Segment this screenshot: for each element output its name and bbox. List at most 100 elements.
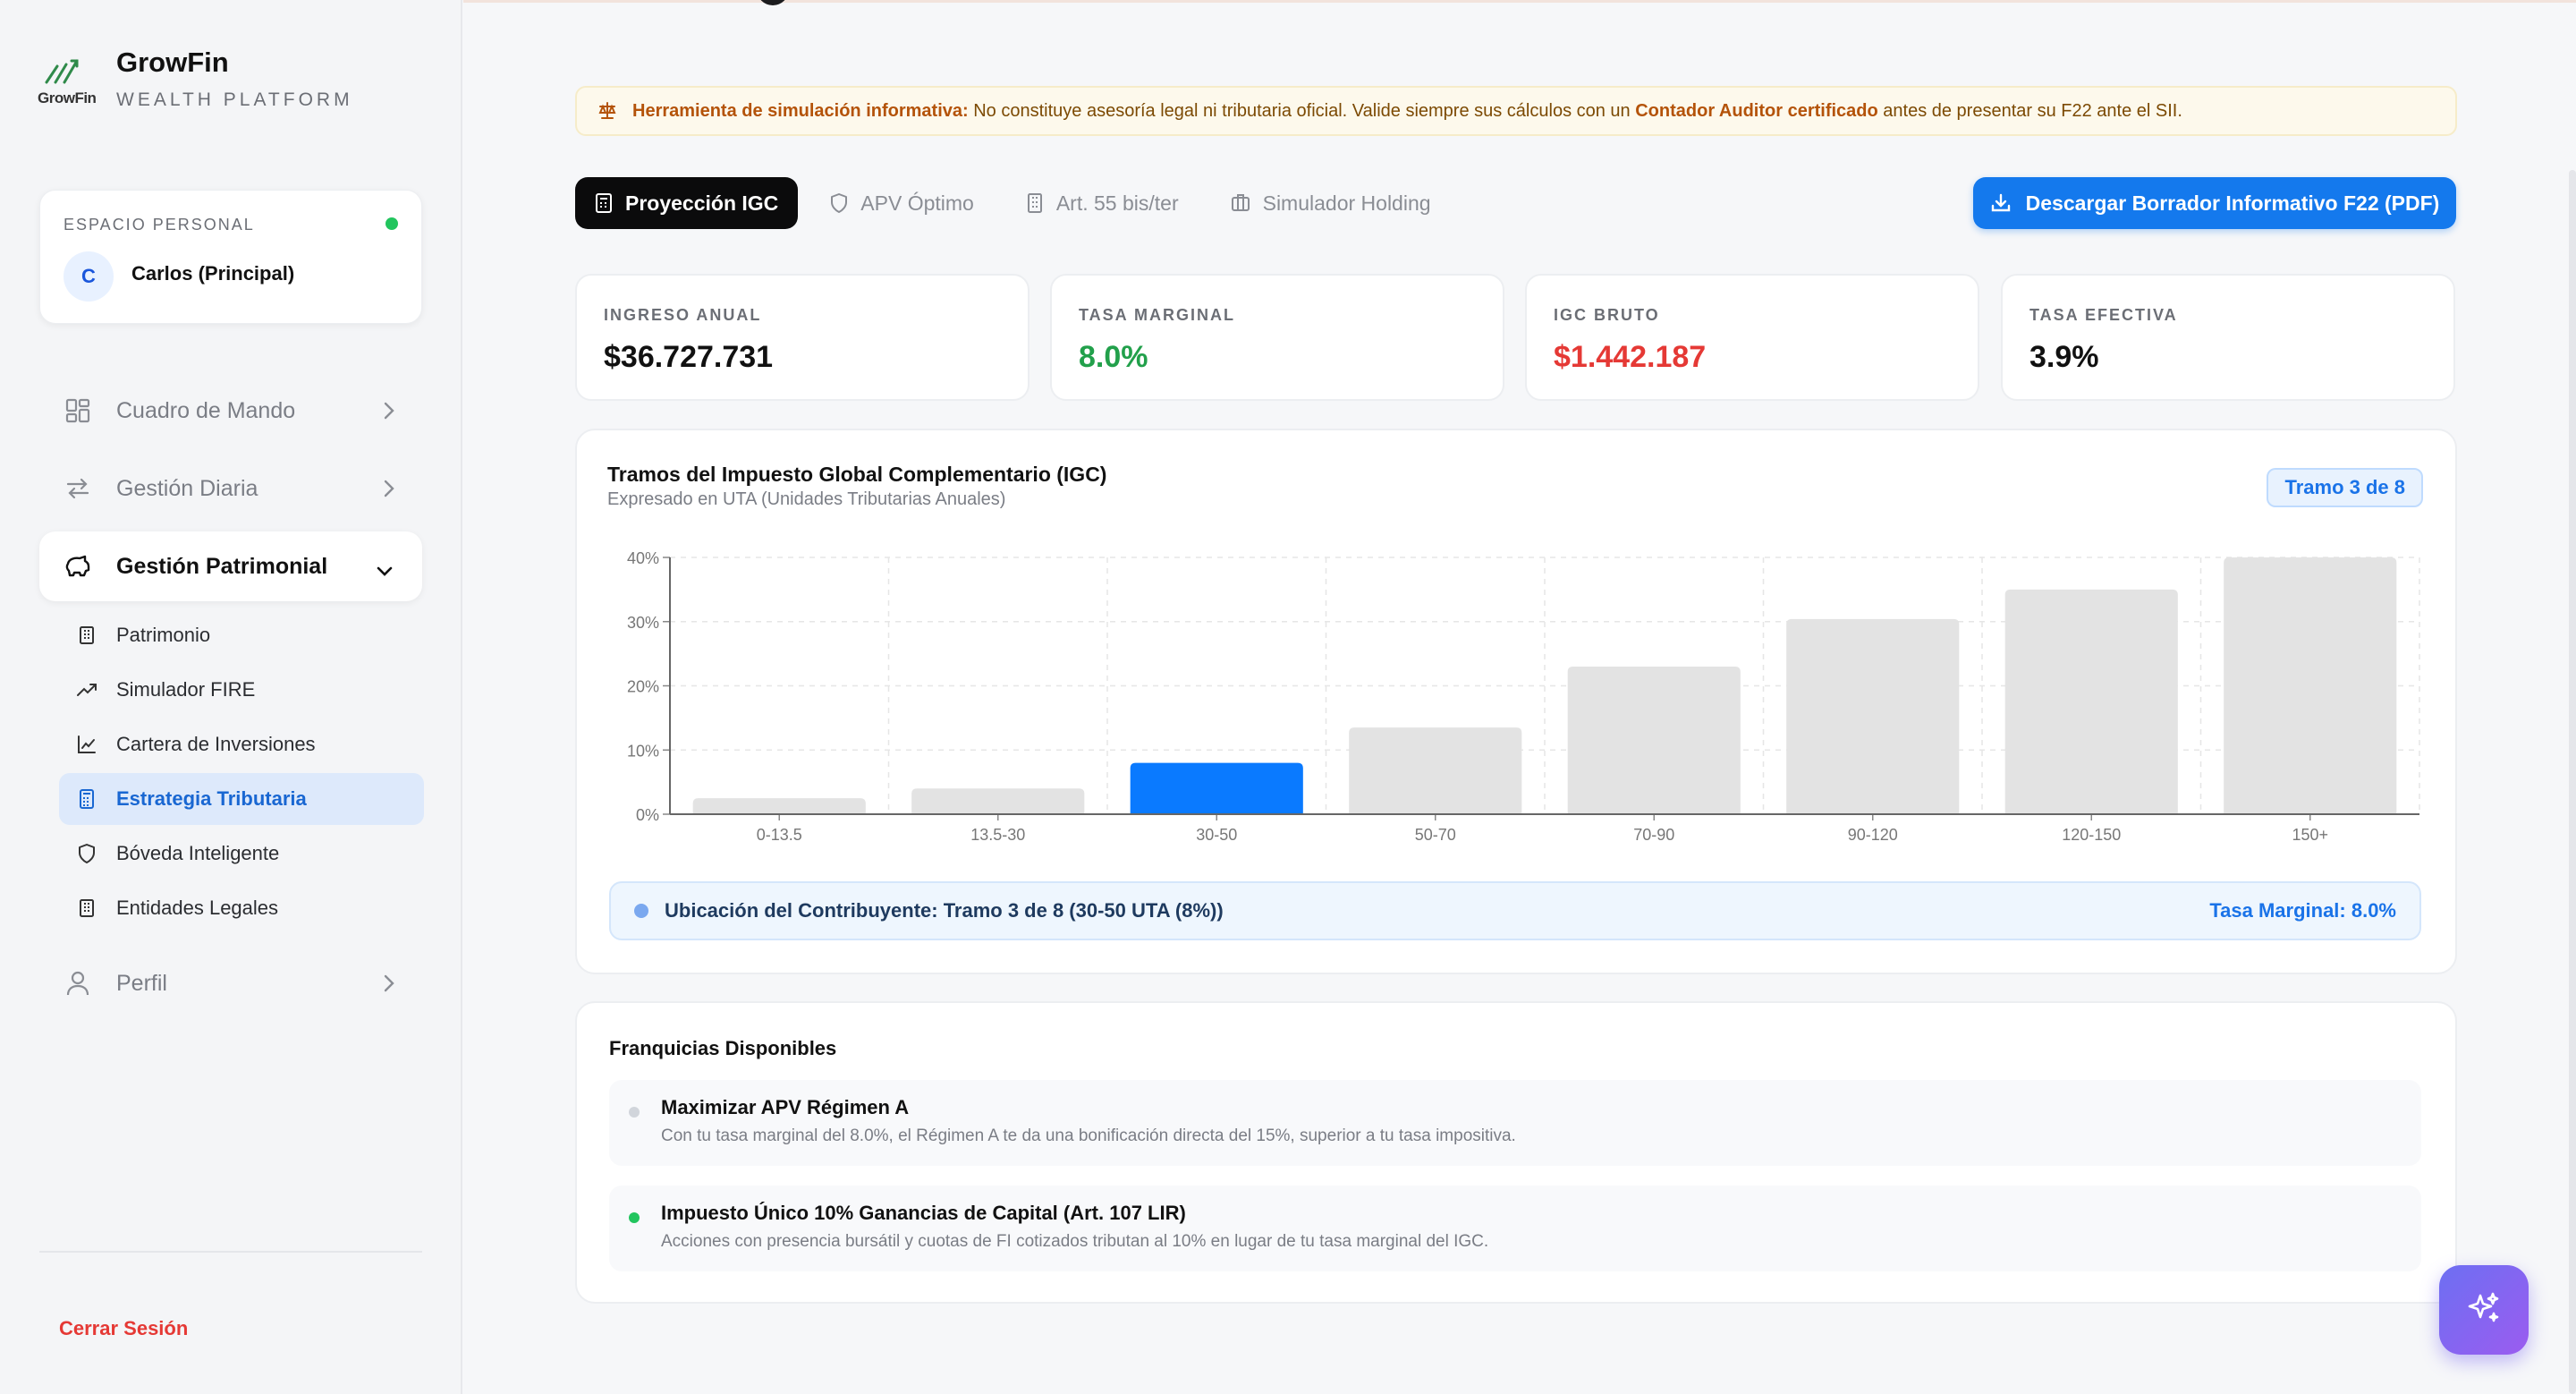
user-icon (63, 968, 93, 999)
franquicia-name: Maximizar APV Régimen A (661, 1096, 910, 1118)
nav-item-perfil[interactable]: Perfil (39, 948, 422, 1018)
x-tick-label: 13.5-30 (970, 826, 1025, 844)
kpi-label: INGRESO ANUAL (604, 306, 762, 324)
franquicia-desc: Con tu tasa marginal del 8.0%, el Régime… (661, 1126, 1516, 1145)
x-tick-label: 120-150 (2062, 826, 2121, 844)
briefcase-icon (1231, 193, 1250, 213)
workspace-card[interactable]: ESPACIO PERSONAL C Carlos (Principal) (39, 190, 422, 324)
scale-icon (597, 100, 618, 122)
status-dot (629, 1212, 640, 1223)
igc-chart-card: Tramos del Impuesto Global Complementari… (575, 429, 2457, 974)
list-item: Impuesto Único 10% Ganancias de Capital … (609, 1186, 2421, 1271)
marginal-rate-text: Tasa Marginal: 8.0% (2209, 899, 2396, 922)
growfin-logo: GrowFin (38, 43, 97, 107)
sidebar-item-simulador-fire[interactable]: Simulador FIRE (59, 664, 424, 716)
ai-assistant-button[interactable] (2439, 1265, 2529, 1355)
chart-bar (692, 798, 866, 814)
calculator-icon (75, 787, 98, 811)
nav-item-cuadro-de-mando[interactable]: Cuadro de Mando (39, 376, 422, 446)
kpi-tasa-marginal: TASA MARGINAL 8.0% (1050, 274, 1504, 401)
chart-bar (2004, 589, 2178, 814)
chart-bar (1567, 666, 1741, 814)
y-tick-label: 0% (636, 806, 659, 824)
tab-label: Simulador Holding (1262, 191, 1431, 215)
sidebar-divider (39, 1251, 422, 1253)
kpi-value: $36.727.731 (604, 340, 774, 374)
line-chart-icon (75, 733, 98, 756)
logout-link[interactable]: Cerrar Sesión (59, 1317, 188, 1340)
nav-item-gestion-diaria[interactable]: Gestión Diaria (39, 454, 422, 523)
kpi-tasa-efectiva: TASA EFECTIVA 3.9% (2001, 274, 2455, 401)
x-tick-label: 30-50 (1196, 826, 1237, 844)
arrows-swap-icon (63, 473, 93, 504)
sidebar-item-cartera[interactable]: Cartera de Inversiones (59, 718, 424, 770)
location-dot (634, 904, 648, 918)
franquicias-card: Franquicias Disponibles Maximizar APV Ré… (575, 1001, 2457, 1304)
sidebar-item-entidades[interactable]: Entidades Legales (59, 882, 424, 934)
igc-bar-chart: 0% 10% 20% 30% 40% 0-13.5 13.5-30 30-50 50-70 70-… (627, 549, 2420, 844)
kpi-ingreso-anual: INGRESO ANUAL $36.727.731 (575, 274, 1030, 401)
shield-icon (830, 193, 848, 213)
chevron-down-icon (376, 558, 394, 584)
nav-label: Cuadro de Mando (116, 397, 296, 423)
x-tick-label: 50-70 (1415, 826, 1456, 844)
brand-name: GrowFin (116, 47, 229, 78)
sidebar-item-label: Simulador FIRE (116, 678, 256, 701)
tab-proyeccion-igc[interactable]: Proyección IGC (575, 177, 799, 229)
x-tick-label: 150+ (2292, 826, 2328, 844)
sidebar-item-label: Patrimonio (116, 624, 211, 646)
tab-apv-optimo[interactable]: APV Óptimo (810, 177, 994, 229)
franquicia-name: Impuesto Único 10% Ganancias de Capital … (661, 1202, 1186, 1224)
sidebar-item-label: Bóveda Inteligente (116, 842, 280, 864)
kpi-label: TASA MARGINAL (1079, 306, 1235, 324)
download-f22-button[interactable]: Descargar Borrador Informativo F22 (PDF) (1973, 177, 2456, 229)
nav-label: Perfil (116, 970, 167, 996)
download-label: Descargar Borrador Informativo F22 (PDF) (2025, 191, 2440, 215)
nav-label: Gestión Patrimonial (116, 553, 328, 579)
tab-label: Proyección IGC (625, 191, 779, 215)
download-icon (1990, 192, 2012, 214)
location-text: Ubicación del Contribuyente: Tramo 3 de … (665, 899, 1224, 922)
logo-wordmark: GrowFin (38, 89, 97, 106)
sparkles-icon (2464, 1288, 2504, 1332)
chevron-right-icon (383, 479, 395, 505)
chevron-right-icon (383, 973, 395, 999)
kpi-value: 3.9% (2029, 340, 2099, 374)
franquicias-title: Franquicias Disponibles (609, 1037, 837, 1059)
chart-bar (911, 788, 1085, 814)
page-scrollbar[interactable] (2569, 170, 2576, 1394)
nav-label: Gestión Diaria (116, 475, 258, 501)
sidebar-item-boveda[interactable]: Bóveda Inteligente (59, 828, 424, 880)
x-tick-label: 90-120 (1848, 826, 1898, 844)
y-tick-label: 10% (627, 742, 659, 760)
nav-item-gestion-patrimonial[interactable]: Gestión Patrimonial (39, 531, 422, 601)
avatar: C (64, 251, 114, 302)
disclaimer-text: Herramienta de simulación informativa: N… (632, 100, 2182, 121)
sidebar-item-label: Entidades Legales (116, 897, 279, 919)
y-tick-label: 20% (627, 678, 659, 696)
building-icon (75, 897, 98, 920)
kpi-label: TASA EFECTIVA (2029, 306, 2178, 324)
status-dot (629, 1107, 640, 1118)
tab-art-55[interactable]: Art. 55 bis/ter (1006, 177, 1199, 229)
brand-subtitle: WEALTH PLATFORM (116, 89, 353, 110)
kpi-igc-bruto: IGC BRUTO $1.442.187 (1525, 274, 1979, 401)
sidebar-item-label: Cartera de Inversiones (116, 733, 316, 755)
x-tick-label: 0-13.5 (757, 826, 802, 844)
tab-simulador-holding[interactable]: Simulador Holding (1211, 177, 1451, 229)
workspace-user: Carlos (Principal) (131, 262, 295, 285)
tax-tabs: Proyección IGC APV Óptimo Art. 55 bis/te… (575, 177, 1463, 229)
brand[interactable]: GrowFin GrowFin WEALTH PLATFORM (38, 43, 353, 111)
calculator-icon (595, 193, 613, 213)
growth-lines-icon (45, 59, 79, 84)
tab-label: Art. 55 bis/ter (1055, 191, 1179, 215)
list-item: Maximizar APV Régimen A Con tu tasa marg… (609, 1080, 2421, 1166)
sidebar-item-label: Estrategia Tributaria (116, 787, 307, 810)
x-tick-label: 70-90 (1633, 826, 1674, 844)
shield-icon (75, 842, 98, 865)
sidebar-item-estrategia-tributaria[interactable]: Estrategia Tributaria (59, 773, 424, 825)
chart-bar (1130, 762, 1303, 814)
chart-bar (2224, 557, 2397, 814)
kpi-value: $1.442.187 (1554, 340, 1707, 374)
sidebar-item-patrimonio[interactable]: Patrimonio (59, 609, 424, 661)
